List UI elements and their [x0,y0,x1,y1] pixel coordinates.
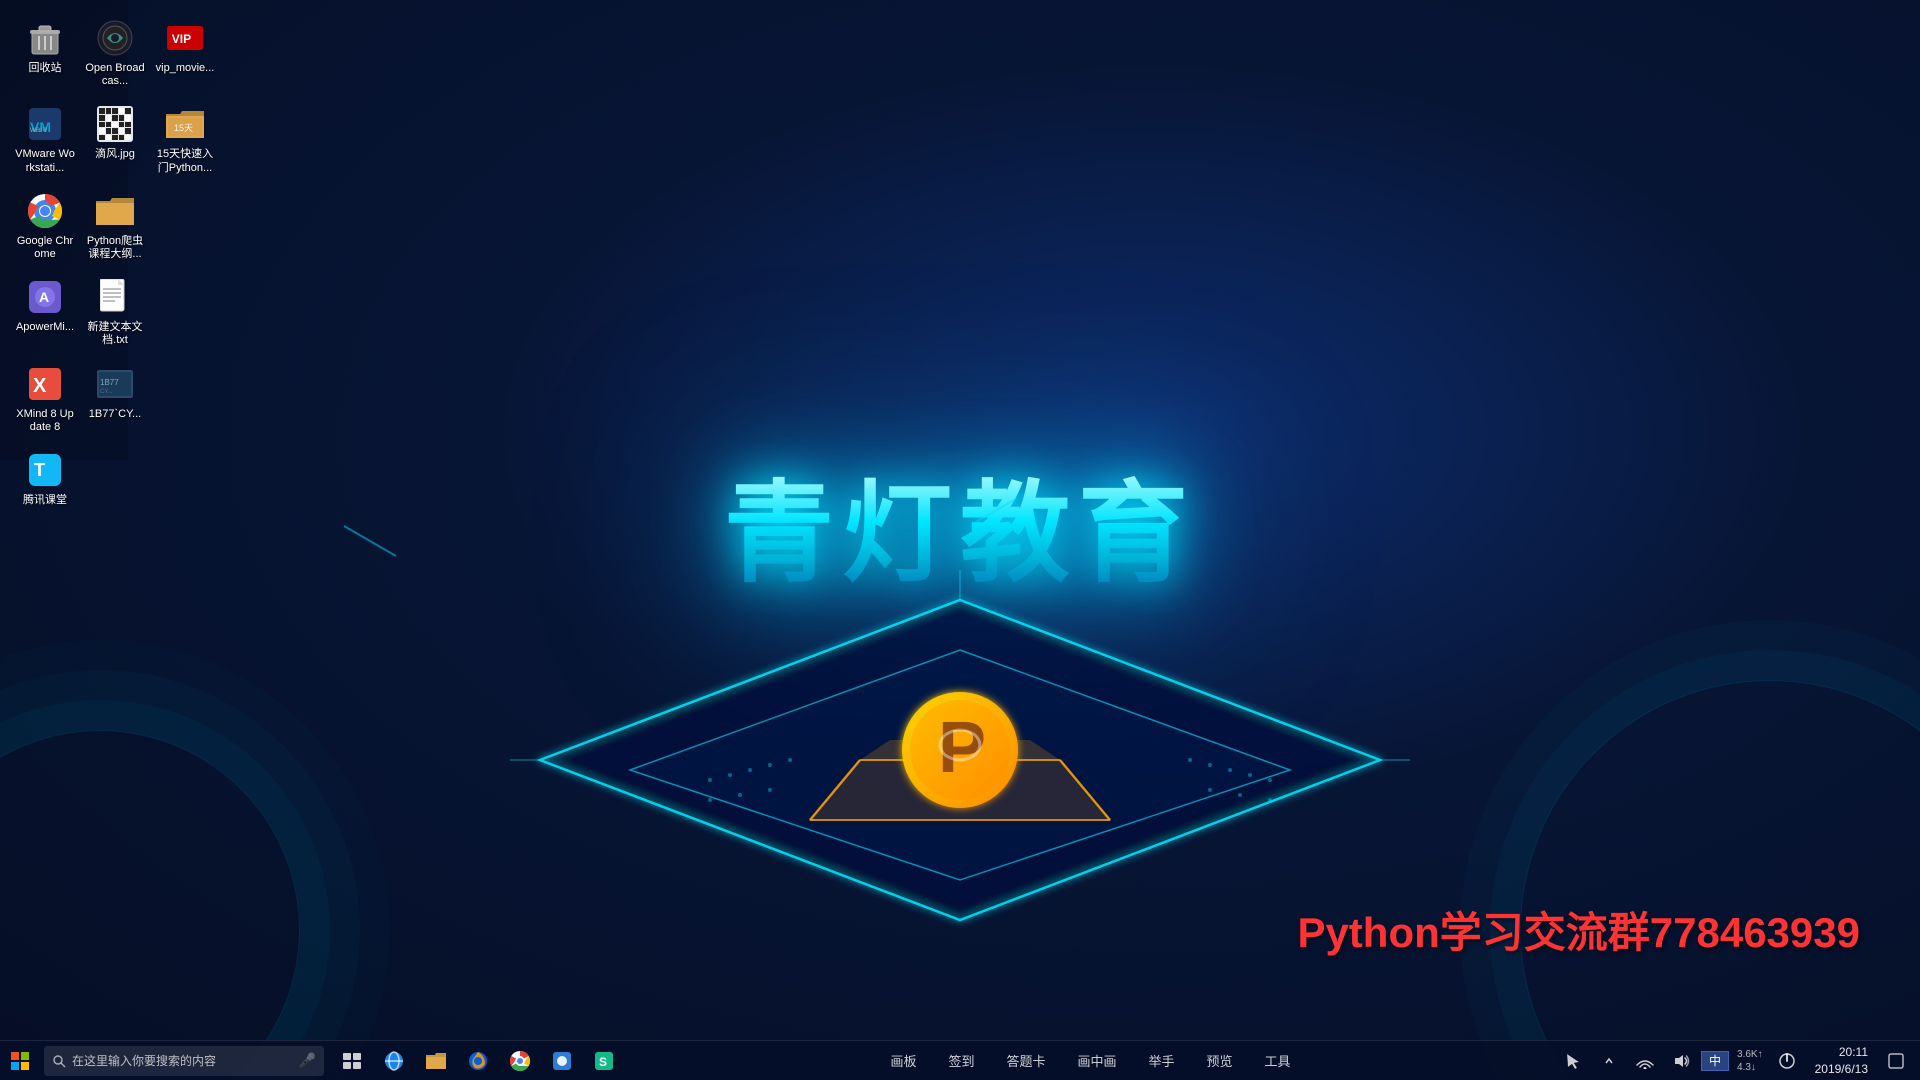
network-speed: 3.6K↑ 4.3↓ [1733,1048,1767,1074]
toolbar-yulan[interactable]: 预览 [1191,1041,1249,1080]
spider-folder-label: Python爬虫课程大纲... [84,235,146,261]
txt-label: 新建文本文档.txt [84,321,146,347]
xmind-icon: X [25,364,65,404]
toolbar-huaban[interactable]: 画板 [874,1041,932,1080]
chrome-icon [25,191,65,231]
icon-row-0: 回收站 Open Broadcas... [10,10,220,96]
1b77-label: 1B77`CY... [89,408,141,421]
bg-decoration-left [0,730,300,1080]
recycle-icon [25,18,65,58]
power-icon[interactable] [1771,1041,1803,1080]
recycle-label: 回收站 [29,62,62,75]
taskbar-center-toolbar: 画板 签到 答题卡 画中画 举手 预览 工具 [624,1041,1557,1080]
apowermirror-icon: A [25,277,65,317]
svg-text:CY...: CY... [100,389,113,395]
show-hidden-icons[interactable] [1593,1041,1625,1080]
desktop-icon-txt[interactable]: 新建文本文档.txt [80,269,150,355]
desktop-icon-chrome[interactable]: Google Chrome [10,183,80,269]
toolbar-datika[interactable]: 答题卡 [990,1041,1061,1080]
upload-speed: 3.6K↑ [1737,1048,1763,1061]
app5-icon[interactable] [542,1041,582,1080]
icon-row-5: T 腾讯课堂 [10,442,220,515]
vmware-icon: VM ware [25,104,65,144]
desktop-icon-qrcode[interactable]: 滴风.jpg [80,96,150,182]
desktop-icons-area: 回收站 Open Broadcas... [10,10,220,515]
toolbar-qiandao[interactable]: 签到 [932,1041,990,1080]
taskbar: 在这里输入你要搜索的内容 🎤 [0,1040,1920,1080]
task-view-button[interactable] [332,1041,372,1080]
svg-text:VIP: VIP [172,32,191,46]
xmind-label: XMind 8 Update 8 [14,408,76,434]
vip-movie-icon: VIP [165,18,205,58]
cursor-icon[interactable] [1557,1041,1589,1080]
toolbar-huazhonghua[interactable]: 画中画 [1062,1041,1133,1080]
app6-icon[interactable]: S [584,1041,624,1080]
desktop-icon-apowermirror[interactable]: A ApowerMi... [10,269,80,355]
file-explorer-icon[interactable] [416,1041,456,1080]
python-folder-label: 15天快速入门Python... [154,148,216,174]
ime-label: 中 [1709,1052,1721,1069]
qrcode-label: 滴风.jpg [95,148,135,161]
svg-text:1B77: 1B77 [100,378,119,387]
clock-time: 20:11 [1839,1044,1868,1061]
vip-movie-label: vip_movie... [156,62,215,75]
desktop-icon-spider-folder[interactable]: Python爬虫课程大纲... [80,183,150,269]
qrcode-icon [95,104,135,144]
taskbar-right-area: 中 3.6K↑ 4.3↓ 20:11 2019/6/13 [1557,1041,1920,1080]
taskbar-clock[interactable]: 20:11 2019/6/13 [1807,1044,1876,1078]
svg-text:15天: 15天 [174,123,193,133]
svg-text:ware: ware [29,125,48,134]
clock-date: 2019/6/13 [1815,1061,1868,1078]
desktop-icon-vip-movie[interactable]: VIP vip_movie... [150,10,220,96]
icon-row-1: VM ware VMware Workstati... [10,96,220,182]
obs-label: Open Broadcas... [84,62,146,88]
platform-hologram: P [510,560,1410,960]
icon-row-4: X XMind 8 Update 8 1B77 CY... 1B77`CY... [10,356,220,442]
svg-text:T: T [34,460,45,480]
spider-folder-icon [95,191,135,231]
desktop-icon-recycle[interactable]: 回收站 [10,10,80,96]
tencent-class-icon: T [25,450,65,490]
notification-button[interactable] [1880,1041,1912,1080]
light-line-1 [344,525,397,557]
taskbar-search[interactable]: 在这里输入你要搜索的内容 🎤 [44,1046,324,1076]
1b77-icon: 1B77 CY... [95,364,135,404]
desktop-icon-python-folder[interactable]: 15天 15天快速入门Python... [150,96,220,182]
microphone-icon: 🎤 [299,1052,316,1069]
icon-row-3: A ApowerMi... 新建文本文档.txt [10,269,220,355]
apowermirror-label: ApowerMi... [16,321,74,334]
toolbar-gongju[interactable]: 工具 [1249,1041,1307,1080]
taskbar-search-placeholder: 在这里输入你要搜索的内容 [72,1052,216,1069]
network-icon[interactable] [1629,1041,1661,1080]
tencent-class-label: 腾讯课堂 [23,494,67,507]
volume-icon[interactable] [1665,1041,1697,1080]
vmware-label: VMware Workstati... [14,148,76,174]
chrome-label: Google Chrome [14,235,76,261]
svg-text:A: A [39,289,49,305]
desktop-icon-xmind[interactable]: X XMind 8 Update 8 [10,356,80,442]
ime-indicator[interactable]: 中 [1701,1051,1729,1071]
ie-icon[interactable] [374,1041,414,1080]
watermark-text: Python学习交流群778463939 [1297,899,1860,960]
desktop-icon-tencent-class[interactable]: T 腾讯课堂 [10,442,80,515]
firefox-icon[interactable] [458,1041,498,1080]
bg-decoration-right [1520,680,1920,1080]
svg-text:S: S [599,1055,607,1069]
desktop-icon-vmware[interactable]: VM ware VMware Workstati... [10,96,80,182]
toolbar-jushou[interactable]: 举手 [1133,1041,1191,1080]
desktop: 青灯教育 [0,0,1920,1080]
obs-icon [95,18,135,58]
search-icon [52,1054,66,1068]
chrome-taskbar-icon[interactable] [500,1041,540,1080]
desktop-icon-obs[interactable]: Open Broadcas... [80,10,150,96]
start-button[interactable] [0,1041,40,1080]
download-speed: 4.3↓ [1737,1061,1763,1074]
python-folder-icon: 15天 [165,104,205,144]
icon-row-2: Google Chrome Python爬虫课程大纲... [10,183,220,269]
txt-icon [95,277,135,317]
desktop-icon-1b77[interactable]: 1B77 CY... 1B77`CY... [80,356,150,442]
svg-text:X: X [33,375,47,397]
taskbar-quick-icons: S [332,1041,624,1080]
